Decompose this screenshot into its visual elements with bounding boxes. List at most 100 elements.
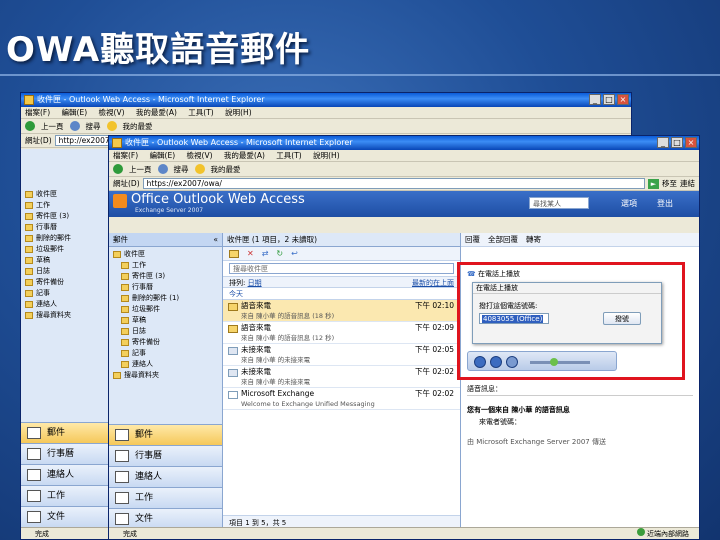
arrange-field-link[interactable]: 日期: [248, 279, 262, 287]
menu-file[interactable]: 檔案(F): [25, 108, 50, 117]
favorites-star-icon[interactable]: [194, 164, 205, 174]
back-arrow-icon[interactable]: [113, 164, 123, 174]
owa-brand-sub: Exchange Server 2007: [135, 207, 204, 214]
logoff-link[interactable]: 登出: [657, 198, 673, 209]
msg-sender: 未接來電: [241, 367, 271, 376]
folder-item[interactable]: 工作: [25, 200, 116, 211]
go-button[interactable]: 移至: [662, 177, 677, 191]
maximize-button[interactable]: □: [671, 137, 683, 148]
folder-item[interactable]: 寄件匣 (3): [25, 211, 116, 222]
folder-item[interactable]: 連絡人: [25, 299, 116, 310]
folder-item[interactable]: 記事: [113, 348, 222, 359]
folder-item[interactable]: 草稿: [113, 315, 222, 326]
folder-item[interactable]: 收件匣: [113, 249, 222, 260]
front-address-input[interactable]: https://ex2007/owa/: [142, 178, 645, 189]
nav-mail-button[interactable]: 郵件: [109, 424, 222, 445]
minimize-button[interactable]: _: [589, 94, 601, 105]
close-button[interactable]: ×: [685, 137, 697, 148]
reply-button[interactable]: 回覆: [465, 234, 480, 245]
sort-order-link[interactable]: 最新的在上面: [412, 277, 454, 287]
folder-item[interactable]: 垃圾郵件: [113, 304, 222, 315]
list-item[interactable]: 語音來電 下午 02:10 來自 陳小華 的語音訊息 (18 秒): [223, 300, 460, 322]
folder-item[interactable]: 搜尋資料夾: [113, 370, 222, 381]
folder-item[interactable]: 收件匣: [25, 189, 116, 200]
list-item[interactable]: 語音來電 下午 02:09 來自 陳小華 的語音訊息 (12 秒): [223, 322, 460, 344]
close-button[interactable]: ×: [617, 94, 629, 105]
folder-item[interactable]: 日誌: [113, 326, 222, 337]
folder-item[interactable]: 行事曆: [25, 222, 116, 233]
folder-item[interactable]: 垃圾郵件: [25, 244, 116, 255]
search-icon[interactable]: [69, 121, 80, 131]
find-someone-input[interactable]: 尋找某人: [529, 197, 589, 209]
menu-favorites[interactable]: 我的最愛(A): [224, 151, 265, 160]
voicemail-icon: [228, 303, 238, 311]
folder-item[interactable]: 記事: [25, 288, 116, 299]
nav-contacts-button[interactable]: 連絡人: [109, 466, 222, 487]
folder-item[interactable]: 工作: [113, 260, 222, 271]
body-line: 由 Microsoft Exchange Server 2007 傳送: [467, 438, 606, 446]
menu-edit[interactable]: 編輯(E): [150, 151, 176, 160]
move-icon[interactable]: ⇄: [262, 249, 269, 258]
search-button-label[interactable]: 搜尋: [86, 119, 101, 134]
folder-item[interactable]: 寄件備份: [25, 277, 116, 288]
back-nav-pane: 收件匣 工作 寄件匣 (3) 行事曆 刪除的郵件 垃圾郵件 草稿 日誌 寄件備份…: [21, 149, 117, 527]
nav-calendar-button[interactable]: 行事曆: [109, 445, 222, 466]
list-search-row: 搜尋收件匣: [223, 261, 460, 276]
menu-help[interactable]: 說明(H): [225, 108, 252, 117]
minimize-button[interactable]: _: [657, 137, 669, 148]
search-icon[interactable]: [157, 164, 168, 174]
search-button-label[interactable]: 搜尋: [174, 162, 189, 177]
folder-item[interactable]: 草稿: [25, 255, 116, 266]
menu-help[interactable]: 說明(H): [313, 151, 340, 160]
reply-all-button[interactable]: 全部回覆: [488, 234, 518, 245]
nav-documents-button[interactable]: 文件: [109, 508, 222, 529]
menu-edit[interactable]: 編輯(E): [62, 108, 88, 117]
menu-favorites[interactable]: 我的最愛(A): [136, 108, 177, 117]
favorites-star-icon[interactable]: [106, 121, 117, 131]
inbox-search-input[interactable]: 搜尋收件匣: [229, 263, 454, 274]
favorites-button-label[interactable]: 我的最愛: [211, 162, 241, 177]
new-message-icon[interactable]: [229, 249, 239, 258]
menu-view[interactable]: 檢視(V): [99, 108, 125, 117]
forward-button[interactable]: 轉寄: [526, 234, 541, 245]
reply-icon[interactable]: ↩: [291, 249, 298, 258]
list-item[interactable]: 未接來電 下午 02:05 來自 陳小華 的未接來電: [223, 344, 460, 366]
back-arrow-icon[interactable]: [25, 121, 35, 131]
menu-tools[interactable]: 工具(T): [188, 108, 213, 117]
folder-item[interactable]: 連絡人: [113, 359, 222, 370]
folder-item[interactable]: 行事曆: [113, 282, 222, 293]
folder-item[interactable]: 刪除的郵件: [25, 233, 116, 244]
folder-icon: [113, 251, 121, 258]
zone-icon: [636, 528, 645, 536]
folder-item[interactable]: 日誌: [25, 266, 116, 277]
folder-item[interactable]: 刪除的郵件 (1): [113, 293, 222, 304]
links-button[interactable]: 連結: [680, 177, 695, 191]
slide-title: OWA聽取語音郵件: [6, 30, 311, 70]
nav-documents-button[interactable]: 文件: [21, 506, 116, 527]
go-arrow-icon[interactable]: ►: [648, 178, 659, 189]
list-item[interactable]: 未接來電 下午 02:02 來自 陳小華 的未接來電: [223, 366, 460, 388]
office-logo-icon: [113, 194, 127, 208]
contacts-icon: [27, 469, 41, 481]
nav-mail-button[interactable]: 郵件: [21, 422, 116, 443]
folder-item[interactable]: 搜尋資料夾: [25, 310, 116, 321]
folder-item[interactable]: 寄件匣 (3): [113, 271, 222, 282]
menu-tools[interactable]: 工具(T): [276, 151, 301, 160]
nav-tasks-button[interactable]: 工作: [21, 485, 116, 506]
back-button-label[interactable]: 上一頁: [41, 119, 64, 134]
menu-view[interactable]: 檢視(V): [187, 151, 213, 160]
favorites-button-label[interactable]: 我的最愛: [123, 119, 153, 134]
nav-tasks-button[interactable]: 工作: [109, 487, 222, 508]
folder-item[interactable]: 寄件備份: [113, 337, 222, 348]
back-button-label[interactable]: 上一頁: [129, 162, 152, 177]
delete-icon[interactable]: ✕: [247, 249, 254, 258]
contacts-icon: [115, 471, 129, 483]
options-link[interactable]: 選項: [621, 198, 637, 209]
maximize-button[interactable]: □: [603, 94, 615, 105]
menu-file[interactable]: 檔案(F): [113, 151, 138, 160]
refresh-icon[interactable]: ↻: [276, 249, 283, 258]
nav-calendar-button[interactable]: 行事曆: [21, 443, 116, 464]
list-item[interactable]: Microsoft Exchange 下午 02:02 Welcome to Ex…: [223, 388, 460, 410]
collapse-pane-icon[interactable]: «: [213, 233, 218, 247]
nav-contacts-button[interactable]: 連絡人: [21, 464, 116, 485]
